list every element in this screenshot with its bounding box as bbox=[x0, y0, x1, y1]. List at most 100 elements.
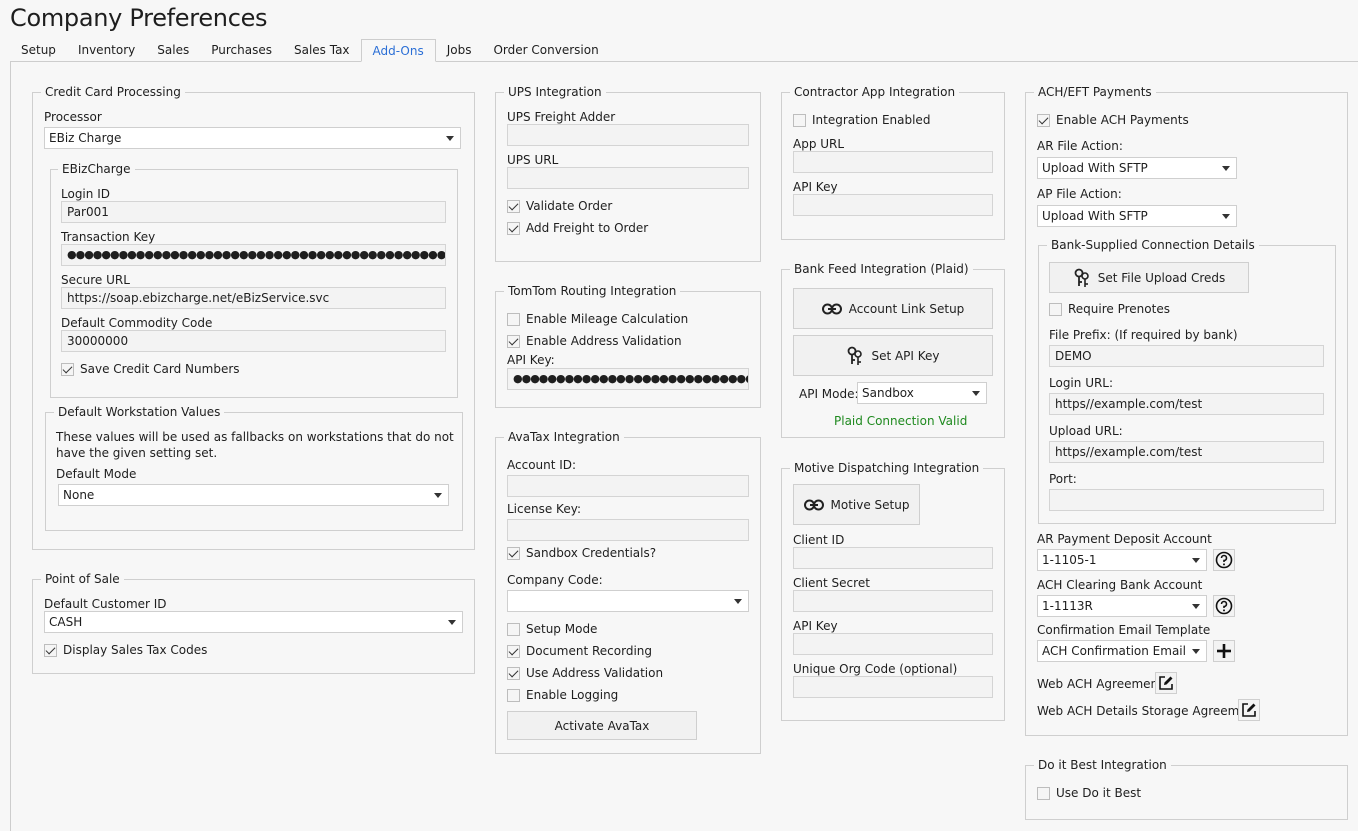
ups-url-input[interactable] bbox=[507, 167, 749, 189]
app-url-label: App URL bbox=[793, 137, 845, 151]
tomtom-address-label: Enable Address Validation bbox=[526, 334, 682, 348]
tab-inventory[interactable]: Inventory bbox=[67, 39, 146, 62]
tab-sales[interactable]: Sales bbox=[146, 39, 200, 62]
logging-checkbox[interactable]: Enable Logging bbox=[507, 688, 618, 702]
org-code-input[interactable] bbox=[793, 676, 993, 698]
org-code-label: Unique Org Code (optional) bbox=[793, 662, 958, 676]
company-code-select[interactable] bbox=[507, 590, 749, 612]
use-doitbest-checkbox[interactable]: Use Do it Best bbox=[1037, 786, 1141, 800]
motive-setup-button[interactable]: Motive Setup bbox=[793, 484, 920, 525]
secure-url-input[interactable]: https://soap.ebizcharge.net/eBizService.… bbox=[61, 287, 446, 309]
tab-purchases[interactable]: Purchases bbox=[200, 39, 283, 62]
port-input[interactable] bbox=[1049, 489, 1324, 511]
account-id-input[interactable] bbox=[507, 475, 749, 497]
link-icon bbox=[803, 499, 824, 510]
license-key-input[interactable] bbox=[507, 519, 749, 541]
api-mode-value: Sandbox bbox=[862, 386, 914, 400]
checkbox-unchecked-icon bbox=[507, 312, 520, 326]
customer-id-label: Default Customer ID bbox=[44, 597, 167, 611]
ups-title: UPS Integration bbox=[504, 85, 606, 99]
edit-web-agreement-button[interactable] bbox=[1155, 672, 1177, 694]
tab-jobs[interactable]: Jobs bbox=[436, 39, 483, 62]
tab-sales-tax[interactable]: Sales Tax bbox=[283, 39, 361, 62]
enable-ach-checkbox[interactable]: Enable ACH Payments bbox=[1037, 113, 1189, 127]
account-link-button[interactable]: Account Link Setup bbox=[793, 288, 993, 329]
account-id-label: Account ID: bbox=[507, 458, 577, 472]
client-secret-input[interactable] bbox=[793, 590, 993, 612]
set-upload-creds-button[interactable]: Set File Upload Creds bbox=[1049, 262, 1249, 293]
clearing-account-label: ACH Clearing Bank Account bbox=[1037, 578, 1203, 592]
ar-action-select[interactable]: Upload With SFTP bbox=[1037, 157, 1237, 179]
checkbox-unchecked-icon bbox=[1049, 302, 1062, 316]
client-id-input[interactable] bbox=[793, 547, 993, 569]
chevron-down-icon bbox=[446, 136, 454, 141]
tab-add-ons[interactable]: Add-Ons bbox=[360, 39, 436, 62]
add-freight-checkbox[interactable]: Add Freight to Order bbox=[507, 221, 648, 235]
tomtom-address-checkbox[interactable]: Enable Address Validation bbox=[507, 334, 682, 348]
customer-id-select[interactable]: CASH bbox=[44, 611, 463, 633]
tomtom-api-input[interactable]: ●●●●●●●●●●●●●●●●●●●●●●●●●●●●●●●●●●●●●●●● bbox=[507, 368, 749, 390]
file-prefix-input[interactable]: DEMO bbox=[1049, 345, 1324, 367]
integration-enabled-checkbox[interactable]: Integration Enabled bbox=[793, 113, 930, 127]
login-id-input[interactable]: Par001 bbox=[61, 201, 446, 223]
deposit-help-button[interactable] bbox=[1213, 549, 1235, 571]
plus-icon bbox=[1217, 644, 1231, 658]
tax-codes-checkbox[interactable]: Display Sales Tax Codes bbox=[44, 643, 207, 657]
activate-avatax-button[interactable]: Activate AvaTax bbox=[507, 711, 697, 740]
ap-action-label: AP File Action: bbox=[1037, 187, 1122, 201]
chevron-down-icon bbox=[1222, 214, 1230, 219]
chevron-down-icon bbox=[1222, 166, 1230, 171]
tab-setup[interactable]: Setup bbox=[10, 39, 67, 62]
tab-order-conversion[interactable]: Order Conversion bbox=[482, 39, 609, 62]
processor-label: Processor bbox=[44, 110, 102, 124]
save-cc-checkbox[interactable]: Save Credit Card Numbers bbox=[61, 362, 240, 376]
transaction-key-input[interactable]: ●●●●●●●●●●●●●●●●●●●●●●●●●●●●●●●●●●●●●●●●… bbox=[61, 244, 446, 266]
help-icon bbox=[1215, 551, 1233, 569]
prenotes-checkbox[interactable]: Require Prenotes bbox=[1049, 302, 1170, 316]
add-email-template-button[interactable] bbox=[1213, 640, 1235, 662]
link-icon bbox=[821, 303, 842, 314]
api-mode-select[interactable]: Sandbox bbox=[857, 382, 987, 404]
ap-action-value: Upload With SFTP bbox=[1042, 209, 1148, 223]
upload-url-input[interactable]: https//example.com/test bbox=[1049, 441, 1324, 463]
commodity-code-input[interactable]: 30000000 bbox=[61, 330, 446, 352]
set-api-key-label: Set API Key bbox=[871, 348, 940, 363]
doc-recording-checkbox[interactable]: Document Recording bbox=[507, 644, 652, 658]
ap-action-select[interactable]: Upload With SFTP bbox=[1037, 205, 1237, 227]
edit-web-storage-button[interactable] bbox=[1238, 699, 1260, 721]
chevron-down-icon bbox=[448, 620, 456, 625]
contractor-api-input[interactable] bbox=[793, 194, 993, 216]
contractor-title: Contractor App Integration bbox=[790, 85, 960, 99]
set-api-key-button[interactable]: Set API Key bbox=[793, 335, 993, 376]
ups-freight-input[interactable] bbox=[507, 124, 749, 146]
login-url-input[interactable]: https//example.com/test bbox=[1049, 393, 1324, 415]
mileage-checkbox[interactable]: Enable Mileage Calculation bbox=[507, 312, 688, 326]
sandbox-checkbox[interactable]: Sandbox Credentials? bbox=[507, 546, 656, 560]
ebizcharge-title: EBizCharge bbox=[58, 162, 135, 176]
workstation-note: These values will be used as fallbacks o… bbox=[56, 430, 454, 460]
motive-title: Motive Dispatching Integration bbox=[790, 461, 984, 475]
tomtom-group: TomTom Routing Integration bbox=[495, 284, 761, 408]
ach-title: ACH/EFT Payments bbox=[1034, 85, 1156, 99]
ar-action-label: AR File Action: bbox=[1037, 139, 1123, 153]
deposit-account-select[interactable]: 1-1105-1 bbox=[1037, 549, 1207, 571]
clearing-account-select[interactable]: 1-1113R bbox=[1037, 595, 1207, 617]
setup-mode-checkbox[interactable]: Setup Mode bbox=[507, 622, 597, 636]
validate-order-checkbox[interactable]: Validate Order bbox=[507, 199, 612, 213]
checkbox-unchecked-icon bbox=[507, 688, 520, 702]
clearing-help-button[interactable] bbox=[1213, 595, 1235, 617]
setup-mode-label: Setup Mode bbox=[526, 622, 598, 636]
motive-api-input[interactable] bbox=[793, 633, 993, 655]
avatax-address-checkbox[interactable]: Use Address Validation bbox=[507, 666, 663, 680]
email-template-select[interactable]: ACH Confirmation Email bbox=[1037, 640, 1207, 662]
deposit-account-value: 1-1105-1 bbox=[1042, 553, 1097, 567]
sandbox-label: Sandbox Credentials? bbox=[526, 546, 657, 560]
default-mode-value: None bbox=[63, 488, 95, 502]
processor-select[interactable]: EBiz Charge bbox=[44, 127, 461, 149]
default-mode-select[interactable]: None bbox=[58, 484, 449, 506]
app-url-input[interactable] bbox=[793, 151, 993, 173]
bank-details-title: Bank-Supplied Connection Details bbox=[1047, 238, 1259, 252]
motive-api-label: API Key bbox=[793, 619, 838, 633]
web-agreement-label: Web ACH Agreement bbox=[1037, 677, 1163, 691]
email-template-label: Confirmation Email Template bbox=[1037, 623, 1211, 637]
